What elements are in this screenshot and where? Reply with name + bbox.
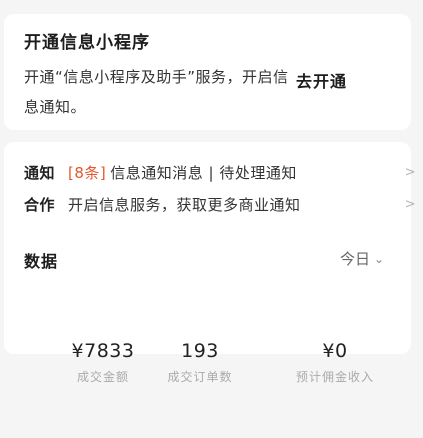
stat-order-count[interactable]: 193 成交订单数 [140, 340, 260, 385]
promo-description: 开通“信息小程序及助手”服务，开启信息通知。 [24, 68, 289, 116]
list-item-notification[interactable]: 通知 [8条] 信息通知消息 | 待处理通知 > [24, 160, 416, 184]
stat-value: 193 [181, 340, 219, 362]
chevron-down-icon: ⌄ [374, 251, 385, 266]
section-title: 数据 [24, 252, 59, 271]
list-item-cooperation[interactable]: 合作 开启信息服务，获取更多商业通知 > [24, 192, 416, 216]
stat-label: 成交订单数 [167, 370, 233, 384]
period-label: 今日 [340, 250, 371, 268]
count-badge: [8条] [68, 163, 107, 182]
stat-value: ¥0 [322, 340, 348, 362]
period-selector[interactable]: 今日 ⌄ [340, 248, 384, 269]
row-text: 开启信息服务，获取更多商业通知 [68, 195, 301, 214]
row-text: 信息通知消息 | 待处理通知 [110, 163, 297, 182]
chevron-right-icon: > [404, 164, 416, 180]
open-service-button[interactable]: 去开通 [296, 68, 347, 92]
stat-estimated-commission[interactable]: ¥0 预计佣金收入 [275, 340, 395, 385]
chevron-right-icon: > [404, 196, 416, 212]
stat-label: 预计佣金收入 [295, 370, 374, 384]
promo-title: 开通信息小程序 [24, 33, 150, 53]
row-label: 合作 [24, 195, 56, 214]
row-label: 通知 [24, 163, 56, 182]
